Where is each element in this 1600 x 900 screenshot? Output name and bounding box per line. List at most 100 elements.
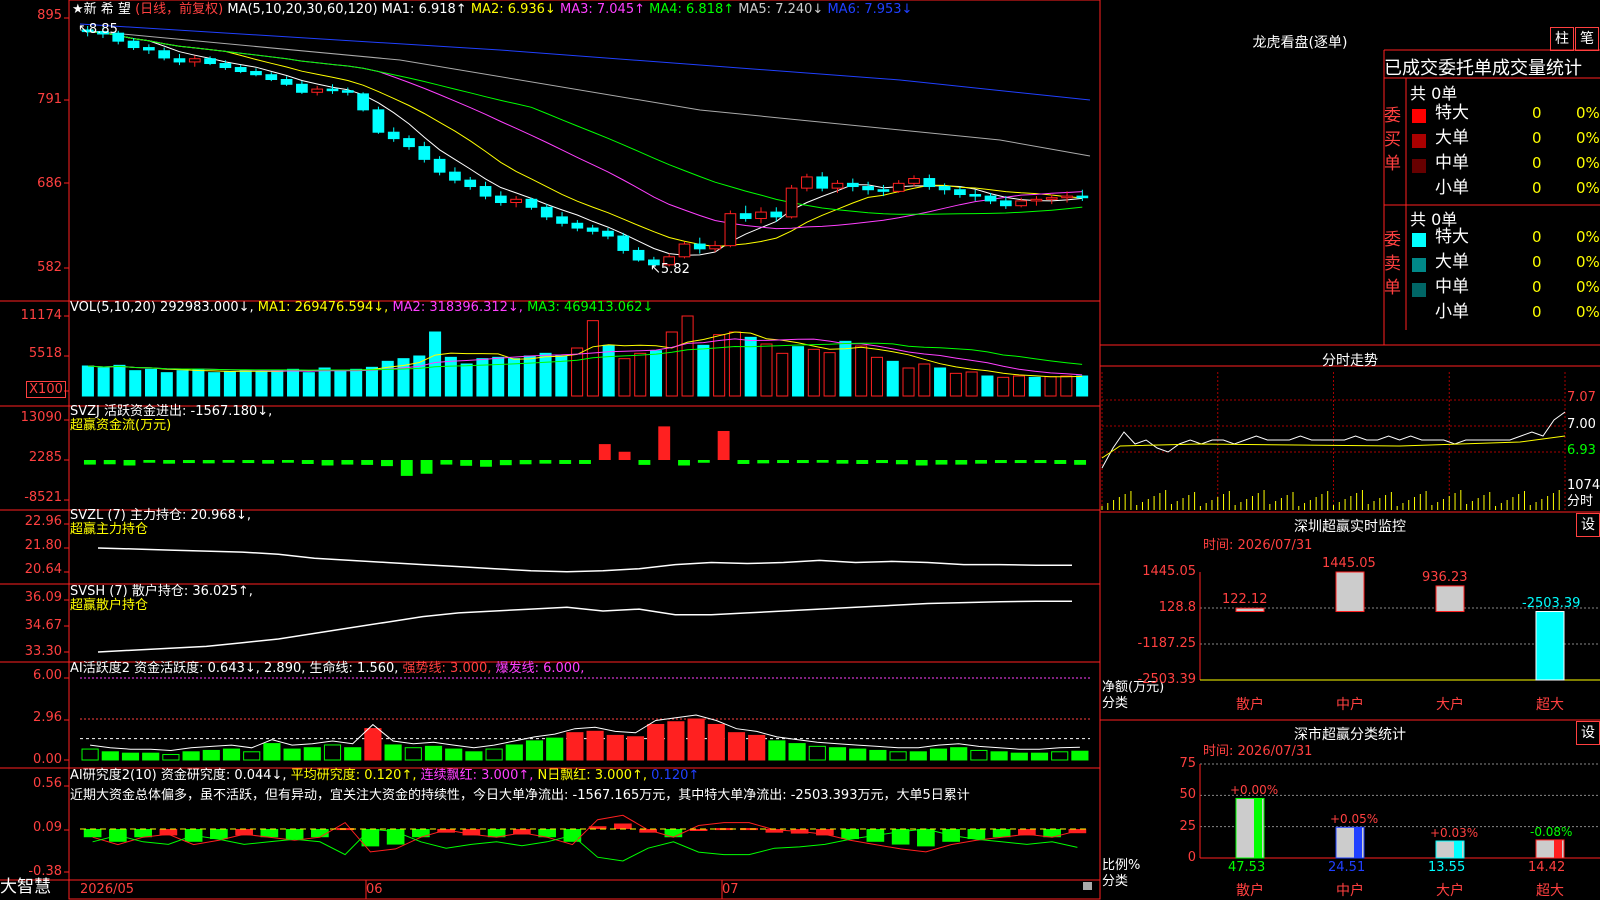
ai2-bar: [83, 829, 102, 838]
svzj-bar: [381, 460, 393, 467]
classify-y-tick: 0: [1187, 850, 1196, 865]
svzj-bar: [777, 460, 789, 464]
sell-row-label: 大单: [1435, 252, 1469, 272]
volume-bar: [618, 358, 631, 397]
volume-bar: [492, 356, 505, 397]
svzj-bar: [935, 460, 948, 465]
classify-y-tick: 75: [1179, 756, 1196, 771]
classify-change-label: +0.03%: [1430, 826, 1479, 841]
monitor-value-label: 1445.05: [1322, 556, 1376, 571]
price-candle: [984, 195, 997, 202]
volume-bar: [886, 360, 899, 397]
svzj-axis-tick: 2285: [28, 450, 62, 465]
monitor-bar: [1435, 585, 1465, 613]
price-candle: [387, 131, 400, 140]
classify-y-tick: 50: [1179, 787, 1196, 803]
price-candle: [954, 189, 966, 196]
classify-value-label: 13.55: [1428, 860, 1466, 875]
buy-row-label: 大单: [1435, 128, 1469, 148]
volume-bar: [807, 348, 820, 397]
price-candle: [188, 58, 201, 63]
classify-y-title: 比例%: [1102, 858, 1141, 873]
sell-row-swatch: [1412, 258, 1426, 272]
svzj-bar: [717, 430, 730, 460]
svzj-bar: [83, 460, 96, 465]
buy-row-swatch: [1412, 159, 1426, 173]
svzj-bar: [876, 460, 888, 464]
price-candle: [678, 243, 691, 258]
monitor-y-tick: 1445.05: [1142, 564, 1196, 579]
vol-value: 292983.000↓,: [160, 300, 254, 315]
ai1-bar: [364, 728, 382, 761]
price-candle: [510, 198, 522, 204]
volume-bar: [997, 376, 1010, 397]
price-candle: [449, 171, 461, 181]
classify-y-tick: 25: [1179, 818, 1196, 834]
classify-bar-accent: [1254, 798, 1262, 858]
price-candle: [1015, 200, 1027, 207]
volume-bar: [776, 352, 789, 397]
svzj-bar: [440, 460, 453, 465]
price-candle: [969, 194, 982, 197]
svzj-bar: [638, 460, 651, 465]
ai1-bar: [950, 747, 968, 761]
ai1-bar: [243, 751, 261, 761]
ai1-bar: [1071, 750, 1089, 761]
ai1-bar: [1030, 752, 1049, 761]
classify-value-label: 24.51: [1328, 860, 1366, 875]
price-candle: [709, 245, 721, 250]
ai1-bar: [707, 723, 725, 761]
monitor-settings-button[interactable]: 设: [1576, 513, 1600, 537]
price-candle: [693, 243, 706, 250]
dragon-tiger-title: 龙虎看盘(逐单): [1252, 35, 1348, 51]
volume-bar: [539, 352, 552, 397]
intraday-price-label: 6.93: [1567, 443, 1596, 458]
ai1-bar: [182, 751, 200, 761]
ai1-value2: 2.890,: [264, 661, 306, 676]
volume-bar: [728, 331, 741, 397]
classify-change-label: -0.08%: [1530, 824, 1573, 839]
ai1-axis-tick: 0.00: [33, 752, 62, 767]
ma6-line: [79, 23, 1091, 101]
price-candle: [1030, 198, 1043, 202]
price-candle: [403, 138, 415, 148]
price-candle: [204, 58, 216, 65]
volume-bar: [81, 365, 94, 397]
ai1-axis-tick: 2.96: [33, 710, 62, 725]
monitor-value-label: 936.23: [1422, 569, 1468, 585]
tick-view-button[interactable]: 笔: [1575, 27, 1599, 51]
ai1-bar: [404, 747, 422, 761]
price-candle: [908, 178, 920, 184]
svsh-line: [97, 600, 1073, 653]
bar-view-button[interactable]: 柱: [1550, 27, 1574, 51]
ai1-bar: [263, 743, 281, 761]
buy-row-count: 0: [1532, 104, 1542, 122]
vol-label: VOL(5,10,20): [70, 300, 156, 315]
volume-bar: [160, 372, 173, 397]
price-candle: [265, 74, 278, 81]
price-candle: [938, 186, 951, 191]
price-candle: [1076, 195, 1089, 199]
price-axis-tick: 686: [37, 176, 62, 191]
ai1-bar: [626, 736, 645, 761]
ai2-bar: [967, 829, 986, 840]
ai1-bar: [687, 718, 705, 761]
svzj-bar: [361, 460, 374, 465]
svzl-subtitle: 超赢主力持仓: [70, 522, 149, 537]
buy-row-swatch: [1412, 134, 1426, 148]
volume-bar: [334, 370, 347, 397]
volume-bar: [444, 356, 457, 397]
svzj-bar: [499, 460, 512, 466]
volume-bar: [902, 367, 915, 397]
ai1-bar: [929, 748, 948, 761]
classify-bar-accent: [1554, 839, 1562, 858]
ai1-bar: [81, 748, 99, 761]
sell-row-label: 特大: [1435, 227, 1469, 247]
svzl-axis-tick: 21.80: [24, 538, 62, 553]
classify-settings-button[interactable]: 设: [1576, 721, 1600, 745]
svzj-bar: [1074, 460, 1087, 465]
lock-icon[interactable]: [1083, 882, 1092, 890]
price-candle: [755, 211, 767, 219]
ai2-bar: [917, 829, 935, 847]
price-axis-tick: 582: [37, 260, 62, 275]
